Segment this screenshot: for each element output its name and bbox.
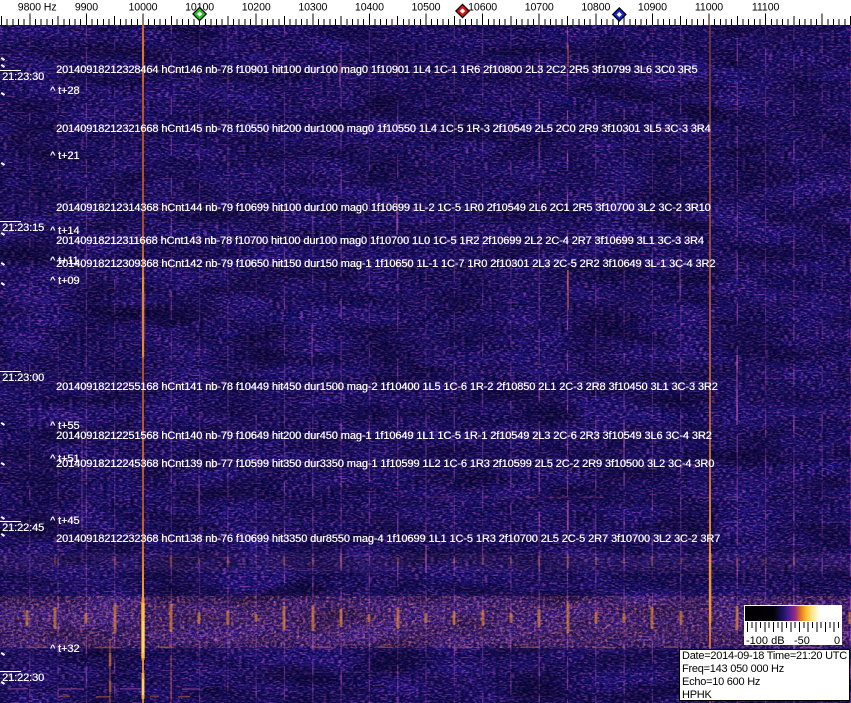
- svg-text:9900: 9900: [75, 2, 98, 14]
- svg-text:11000: 11000: [695, 2, 723, 14]
- svg-text:10000: 10000: [129, 2, 158, 14]
- svg-text:10700: 10700: [525, 2, 554, 14]
- svg-text:9800 Hz: 9800 Hz: [18, 2, 57, 14]
- svg-text:-50: -50: [794, 635, 810, 645]
- svg-text:10400: 10400: [355, 2, 384, 14]
- svg-text:11100: 11100: [752, 2, 780, 14]
- svg-text:-100 dB: -100 dB: [746, 635, 785, 645]
- svg-text:10900: 10900: [638, 2, 667, 14]
- svg-text:10300: 10300: [298, 2, 327, 14]
- svg-text:10200: 10200: [242, 2, 271, 14]
- svg-text:10800: 10800: [581, 2, 610, 14]
- svg-text:0: 0: [834, 635, 840, 645]
- svg-text:10600: 10600: [468, 2, 497, 14]
- svg-text:10500: 10500: [412, 2, 441, 14]
